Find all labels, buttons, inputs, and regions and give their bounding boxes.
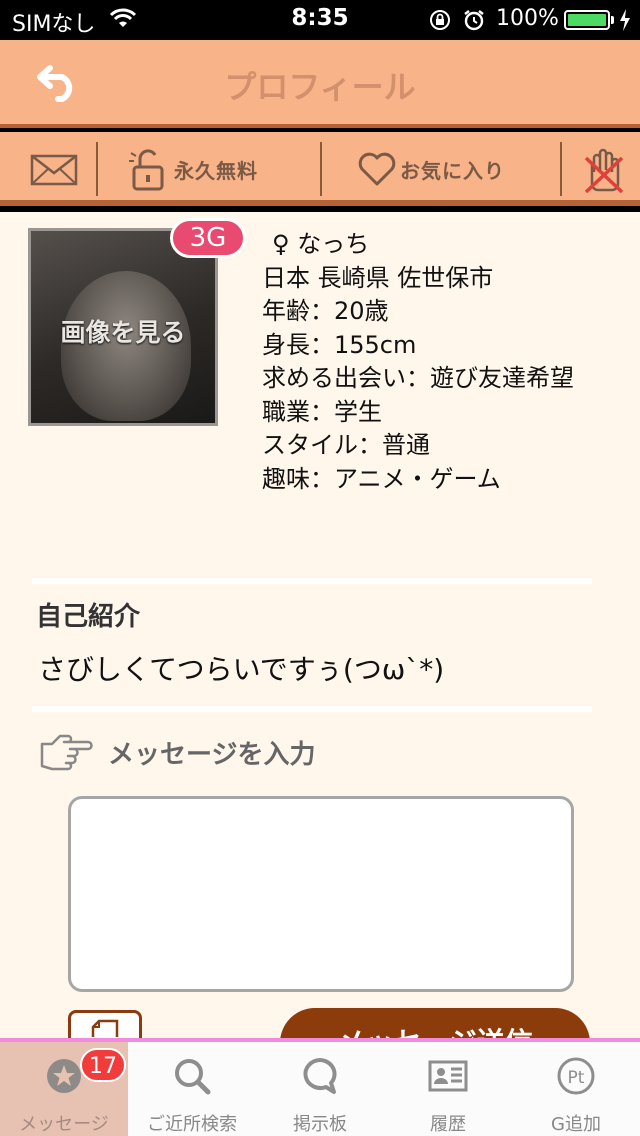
svg-text:Pt: Pt [568, 1068, 585, 1088]
profile-hobby: 趣味：アニメ・ゲーム [262, 464, 501, 493]
page-title: プロフィール [224, 68, 416, 106]
pointing-hand-icon [40, 734, 93, 771]
search-icon [175, 1059, 211, 1095]
intro-heading: 自己紹介 [36, 602, 141, 632]
battery-tip [611, 16, 614, 24]
points-icon: Pt [557, 1057, 595, 1095]
profile-style: スタイル：普通 [262, 431, 430, 459]
tab-label: メッセージ [19, 1114, 109, 1135]
id-card-icon [428, 1060, 468, 1092]
free-forever-button[interactable]: 永久無料 [128, 144, 258, 194]
status-bar: SIMなし 8:35 100% [0, 0, 640, 40]
heart-icon [358, 152, 396, 186]
attach-button[interactable] [68, 1010, 142, 1038]
tab-label: 履歴 [430, 1114, 466, 1135]
message-input-label: メッセージを入力 [108, 740, 316, 770]
battery-icon [564, 10, 610, 30]
tab-nearby-search[interactable]: ご近所検索 [128, 1042, 256, 1136]
rotation-lock-icon [430, 10, 450, 30]
free-forever-label: 永久無料 [174, 158, 258, 183]
tab-label: ご近所検索 [147, 1114, 237, 1135]
profile-age: 年齢：20歳 [262, 297, 389, 325]
unlock-icon [129, 149, 164, 191]
unread-count-badge: 17 [80, 1048, 126, 1082]
section-divider [32, 578, 592, 584]
view-photo-label: 画像を見る [60, 318, 186, 347]
toolbar-divider [320, 142, 322, 196]
message-input[interactable] [68, 796, 574, 992]
profile-location: 日本 長崎県 佐世保市 [262, 263, 494, 292]
tab-add-points[interactable]: Pt G追加 [512, 1042, 640, 1136]
mail-icon[interactable] [30, 154, 78, 186]
favorite-button[interactable]: お気に入り [358, 144, 505, 194]
send-message-button[interactable]: メッセージ送信 [280, 1008, 590, 1038]
tab-label: G追加 [551, 1114, 601, 1135]
toolbar-divider [96, 142, 98, 196]
navigation-bar: プロフィール [0, 40, 640, 128]
profile-action-toolbar: 永久無料 お気に入り [0, 132, 640, 206]
star-icon [47, 1059, 81, 1093]
tab-history[interactable]: 履歴 [384, 1042, 512, 1136]
block-user-icon[interactable] [582, 144, 626, 194]
tab-bar: 17 メッセージ ご近所検索 掲示板 履歴 Pt G追加 [0, 1038, 640, 1136]
section-divider [32, 706, 592, 712]
profile-height: 身長：155cm [262, 330, 417, 359]
tab-messages[interactable]: 17 メッセージ [0, 1042, 128, 1136]
speech-bubble-icon [303, 1058, 337, 1094]
attachment-icon [91, 1019, 119, 1037]
profile-content: 画像を見る 3G ♀ なっち 日本 長崎県 佐世保市 年齢：20歳 身長：155… [0, 212, 640, 1038]
profile-seeking: 求める出会い：遊び友達希望 [262, 364, 574, 392]
profile-info: ♀ なっち 日本 長崎県 佐世保市 年齢：20歳 身長：155cm 求める出会い… [262, 228, 592, 496]
toolbar-divider [560, 142, 562, 196]
intro-text: さびしくてつらいですぅ(つω`*) [38, 653, 445, 686]
alarm-icon [464, 10, 484, 31]
favorite-label: お気に入り [400, 158, 505, 183]
battery-percent: 100% [496, 6, 559, 31]
profile-occupation: 職業：学生 [262, 397, 382, 426]
points-badge: 3G [170, 218, 246, 258]
tab-bulletin-board[interactable]: 掲示板 [256, 1042, 384, 1136]
profile-name: ♀ なっち [272, 230, 370, 258]
tab-label: 掲示板 [293, 1114, 347, 1135]
charging-icon [620, 9, 630, 31]
